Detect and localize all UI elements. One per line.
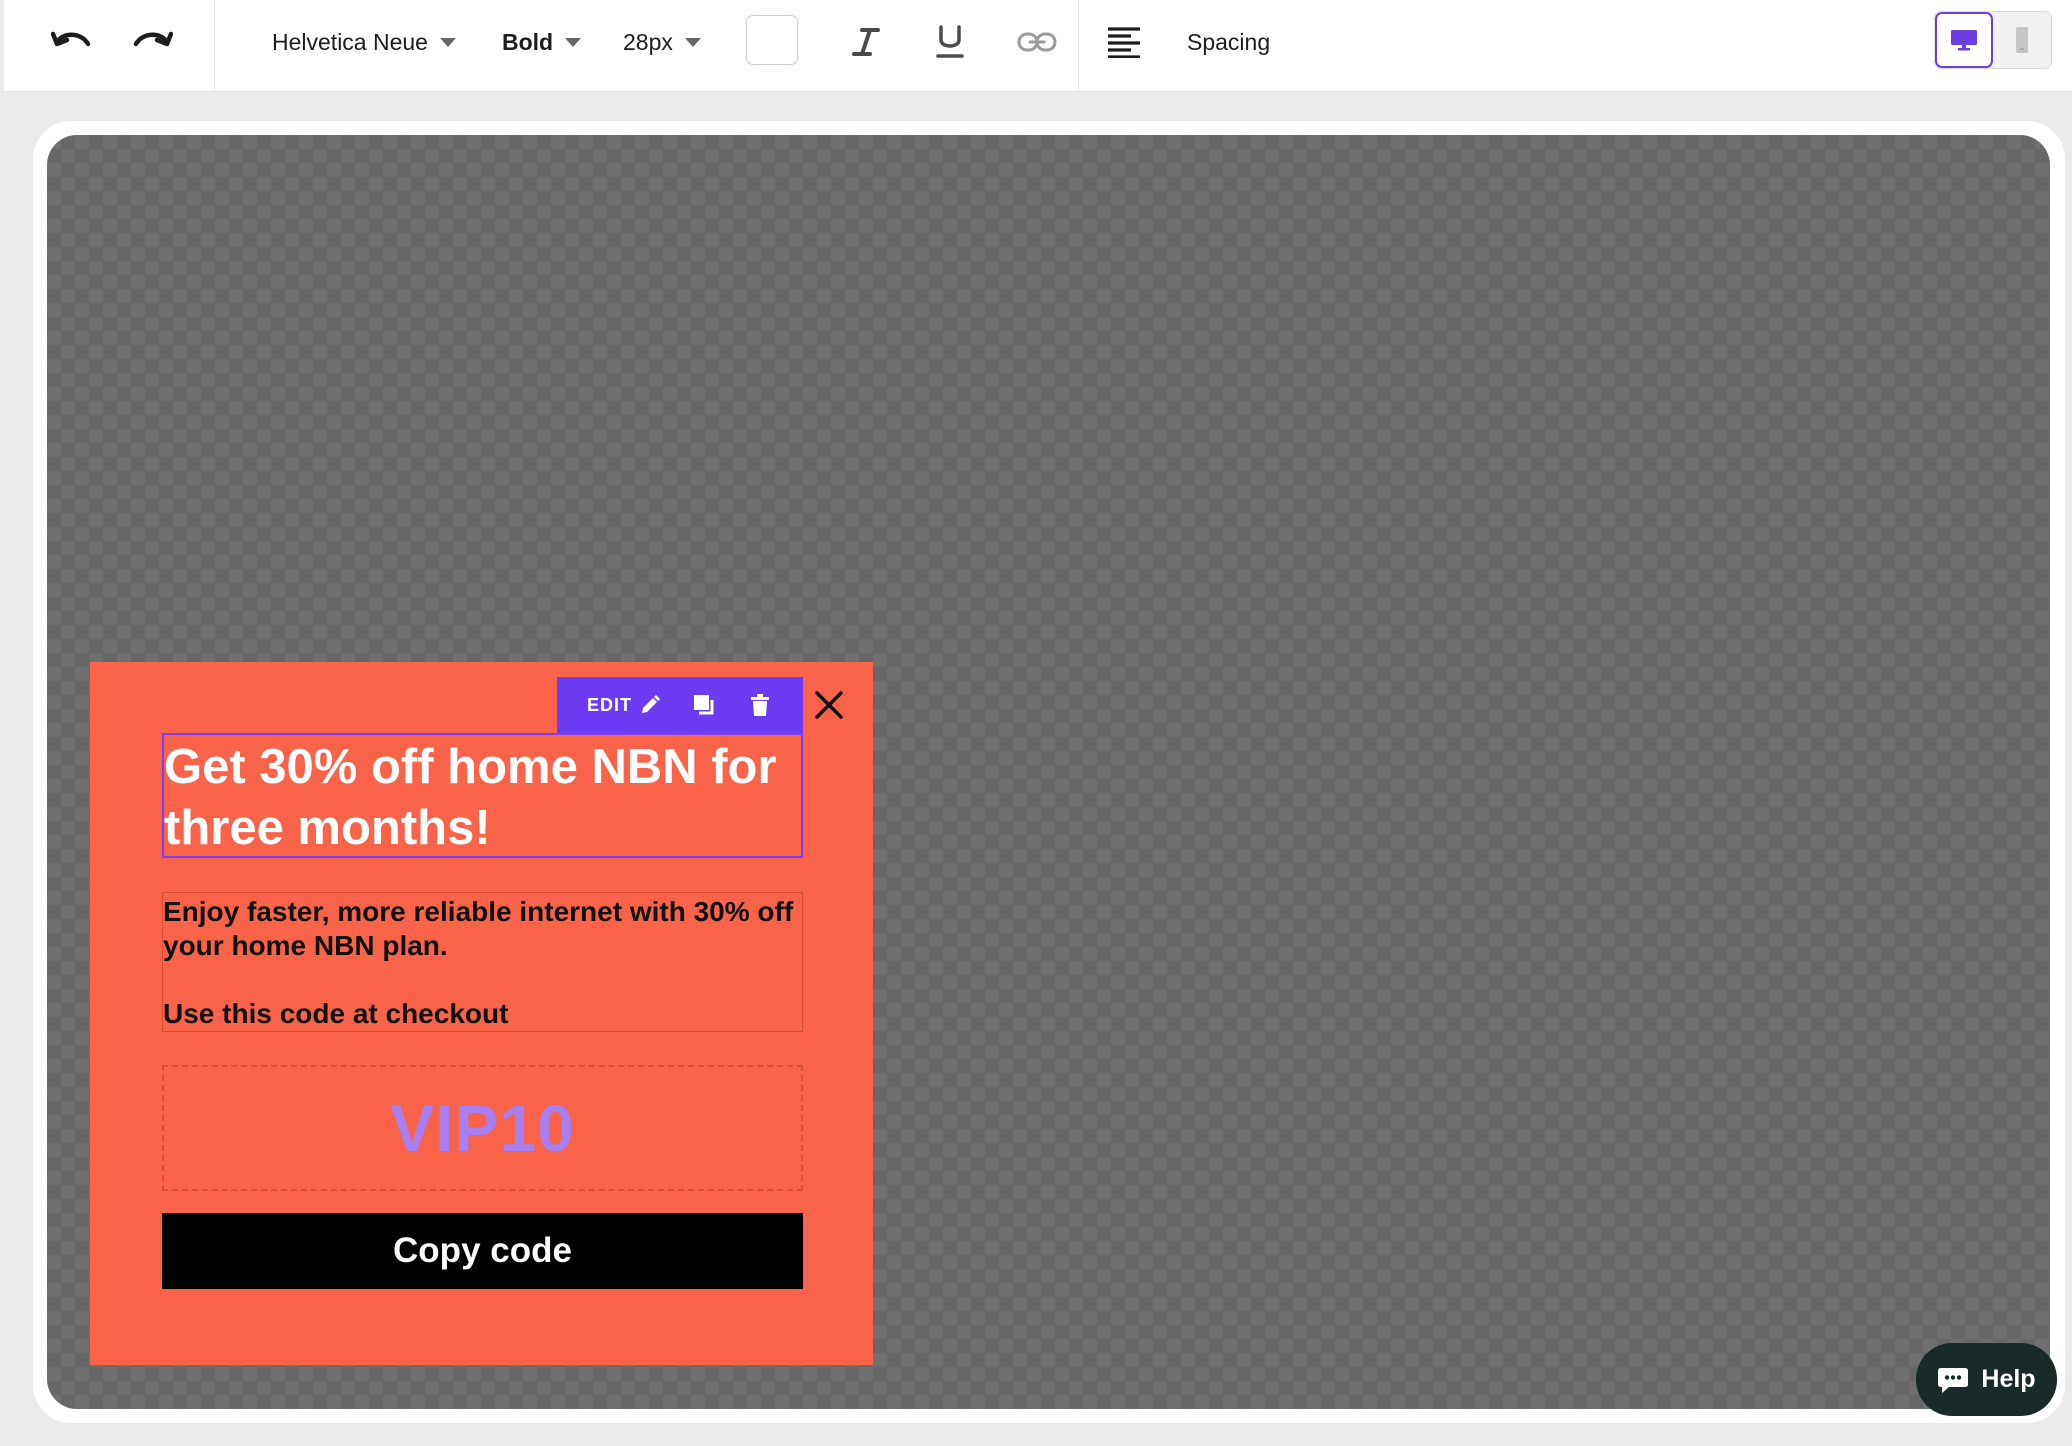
body-line-instruction: Use this code at checkout [163,998,509,1029]
font-size-value: 28px [623,28,673,55]
desktop-view-button[interactable] [1935,12,1993,68]
help-label: Help [1981,1365,2036,1393]
chat-bubble-icon [1938,1367,1969,1393]
spacing-button[interactable]: Spacing [1187,22,1270,62]
body-text-block[interactable]: Enjoy faster, more reliable internet wit… [162,892,803,1032]
font-size-dropdown[interactable]: 28px [623,22,701,62]
mobile-icon [2016,27,2028,53]
copy-code-button[interactable]: Copy code [162,1213,803,1289]
underline-button[interactable] [928,18,972,66]
trash-icon [751,694,770,716]
font-family-dropdown[interactable]: Helvetica Neue [272,22,456,62]
underline-icon [936,25,964,58]
font-weight-value: Bold [502,28,554,55]
canvas-frame: EDIT Get 30% off home NBN for three mont… [33,121,2065,1423]
popup-body: Enjoy faster, more reliable internet wit… [163,895,803,1031]
text-color-swatch[interactable] [746,15,798,65]
desktop-icon [1951,30,1977,51]
popup-close-button[interactable] [812,688,846,722]
editor-canvas[interactable]: EDIT Get 30% off home NBN for three mont… [47,135,2050,1409]
toolbar-divider [1078,0,1079,92]
undo-button[interactable] [46,20,98,60]
help-button[interactable]: Help [1916,1343,2057,1416]
duplicate-element-button[interactable] [692,693,716,717]
italic-button[interactable] [844,20,888,64]
popup-container[interactable]: EDIT Get 30% off home NBN for three mont… [90,662,873,1365]
chevron-down-icon [565,37,582,47]
popup-headline: Get 30% off home NBN for three months! [164,740,777,855]
element-edit-toolbar: EDIT [557,677,803,733]
mobile-view-button[interactable] [1993,12,2051,68]
device-toggle [1934,11,2052,69]
font-weight-dropdown[interactable]: Bold [502,22,582,62]
font-family-value: Helvetica Neue [272,28,428,55]
duplicate-icon [694,695,714,715]
align-left-icon [1108,27,1140,58]
edit-label: EDIT [587,694,633,715]
text-align-button[interactable] [1102,20,1146,64]
coupon-code: VIP10 [390,1091,575,1165]
toolbar-divider [214,0,215,92]
undo-icon [51,31,91,47]
redo-button[interactable] [126,20,178,60]
pencil-icon [642,695,661,713]
chevron-down-icon [684,37,701,47]
chevron-down-icon [439,37,456,47]
delete-element-button[interactable] [750,694,770,716]
body-line-offer: Enjoy faster, more reliable internet wit… [163,896,794,961]
edit-element-button[interactable]: EDIT [587,694,661,716]
link-icon [1017,32,1057,52]
editor-toolbar: Helvetica Neue Bold 28px Spacing [4,0,2072,92]
redo-icon [133,31,173,47]
coupon-code-block[interactable]: VIP10 [162,1065,803,1191]
link-button[interactable] [1014,20,1060,64]
close-icon [815,691,843,719]
italic-icon [852,28,880,56]
headline-text-block[interactable]: Get 30% off home NBN for three months! [162,733,803,858]
